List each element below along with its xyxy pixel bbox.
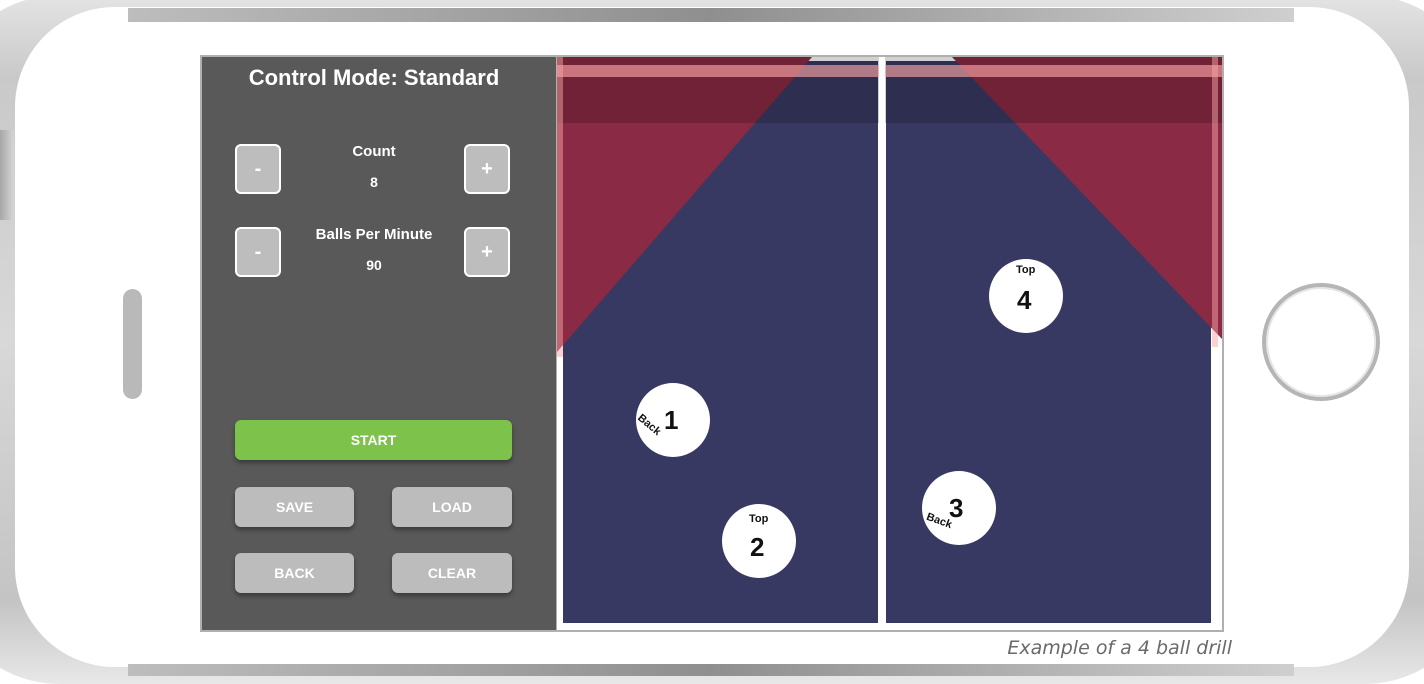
right-edge-highlight [1212,57,1218,347]
load-button[interactable]: LOAD [392,487,512,527]
home-button [1262,283,1380,401]
count-decrement-button[interactable]: - [235,144,281,194]
ball-2[interactable]: 2 Top [722,504,796,578]
save-button[interactable]: SAVE [235,487,354,527]
center-line [879,57,885,630]
ball-1-spin: Back [635,411,664,439]
phone-side-button [123,289,142,399]
ball-1[interactable]: 1 Back [635,383,710,457]
ball-4[interactable]: 4 Top [989,259,1063,333]
count-label: Count [352,143,396,160]
table-surface [557,57,1222,630]
ball-2-spin: Top [749,513,769,525]
phone-top-edge [128,8,1294,22]
figure-caption: Example of a 4 ball drill [1007,637,1232,659]
ball-3[interactable]: 3 Back [922,471,996,545]
ball-4-number: 4 [1017,285,1032,315]
start-button[interactable]: START [235,420,512,460]
ball-4-spin: Top [1016,264,1036,276]
phone-bottom-edge [128,664,1294,676]
table-diagram[interactable]: 1 Back 2 Top 3 Back 4 Top [557,57,1222,630]
count-increment-button[interactable]: + [464,144,510,194]
net-highlight [557,65,1222,77]
ball-2-number: 2 [750,532,765,562]
bpm-increment-button[interactable]: + [464,227,510,277]
left-edge-highlight [557,57,563,357]
phone-volume-nub [0,130,14,220]
bpm-decrement-button[interactable]: - [235,227,281,277]
ball-1-number: 1 [664,405,679,435]
bpm-label: Balls Per Minute [315,226,433,243]
back-button[interactable]: BACK [235,553,354,593]
bpm-value: 90 [366,257,382,273]
count-value: 8 [370,174,378,190]
clear-button[interactable]: CLEAR [392,553,512,593]
end-line [557,623,1222,630]
control-panel: Control Mode: Standard - Count 8 + - Bal… [202,57,556,630]
control-mode-title: Control Mode: Standard [248,65,500,90]
